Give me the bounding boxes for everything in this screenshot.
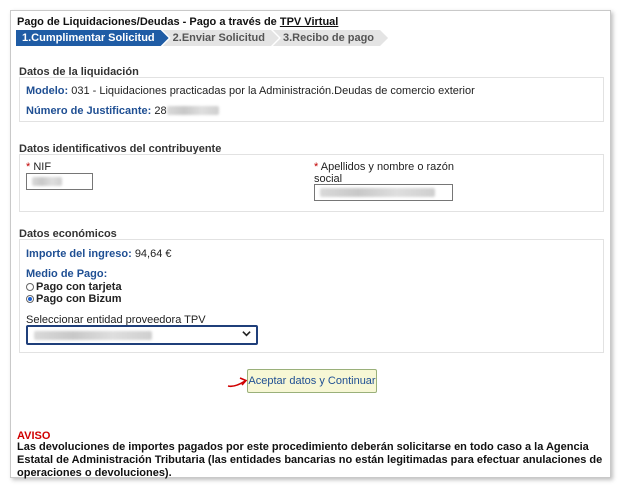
medio-pago-label-text: Medio de Pago: xyxy=(26,268,108,280)
step-enviar: 2.Enviar Solicitud xyxy=(163,30,279,46)
economicos-panel: Importe del ingreso: 94,64 € Medio de Pa… xyxy=(19,239,604,353)
step-recibo: 3.Recibo de pago xyxy=(273,30,388,46)
step-cumplimentar: 1.Cumplimentar Solicitud xyxy=(16,30,169,46)
nif-label: * NIF xyxy=(26,161,51,173)
radio-bizum-label: Pago con Bizum xyxy=(36,293,122,305)
accept-continue-button[interactable]: Aceptar datos y Continuar xyxy=(247,369,377,393)
modelo-label: Modelo: xyxy=(26,85,69,97)
nif-label-text: NIF xyxy=(33,161,52,173)
modelo-row: Modelo: 031 - Liquidaciones practicadas … xyxy=(26,85,475,97)
nif-redacted xyxy=(32,177,62,186)
radio-bizum-circle[interactable] xyxy=(26,295,34,303)
page-title-prefix: Pago de Liquidaciones/Deudas - Pago a tr… xyxy=(17,16,280,28)
importe-label: Importe del ingreso: xyxy=(26,248,132,260)
modelo-value: 031 - Liquidaciones practicadas por la A… xyxy=(71,85,475,97)
medio-pago-label: Medio de Pago: xyxy=(26,268,107,280)
justificante-value: 28 xyxy=(154,105,167,117)
apellidos-redacted xyxy=(320,188,435,197)
entidad-redacted xyxy=(34,331,152,340)
justificante-redacted xyxy=(166,106,219,115)
nif-field[interactable] xyxy=(26,173,93,190)
importe-row: Importe del ingreso: 94,64 € xyxy=(26,248,172,260)
contribuyente-panel: * NIF * Apellidos y nombre o razón socia… xyxy=(19,154,604,212)
tpv-payment-form: Pago de Liquidaciones/Deudas - Pago a tr… xyxy=(10,10,611,479)
importe-value: 94,64 € xyxy=(134,248,172,260)
apellidos-field[interactable] xyxy=(314,184,453,201)
radio-tarjeta-circle[interactable] xyxy=(26,283,34,291)
wizard-steps: 1.Cumplimentar Solicitud 2.Enviar Solici… xyxy=(16,30,382,46)
apellidos-label: * Apellidos y nombre o razón social xyxy=(314,161,454,185)
apellidos-required-mark: * xyxy=(314,161,319,173)
red-arrow-icon xyxy=(227,375,249,392)
radio-tarjeta-label: Pago con tarjeta xyxy=(36,281,122,293)
tpv-virtual-link[interactable]: TPV Virtual xyxy=(280,16,338,28)
radio-tarjeta[interactable]: Pago con tarjeta xyxy=(26,281,122,293)
page-title: Pago de Liquidaciones/Deudas - Pago a tr… xyxy=(17,16,338,28)
apellidos-label-line1: Apellidos y nombre o razón xyxy=(320,161,455,173)
chevron-down-icon[interactable] xyxy=(242,329,251,341)
liquidacion-panel: Modelo: 031 - Liquidaciones practicadas … xyxy=(19,77,604,122)
aviso-text: Las devoluciones de importes pagados por… xyxy=(17,441,603,479)
radio-bizum[interactable]: Pago con Bizum xyxy=(26,293,122,305)
justificante-label: Número de Justificante: xyxy=(26,105,152,117)
justificante-row: Número de Justificante: 28 xyxy=(26,105,219,117)
nif-required-mark: * xyxy=(26,161,31,173)
entidad-select[interactable] xyxy=(26,325,258,345)
